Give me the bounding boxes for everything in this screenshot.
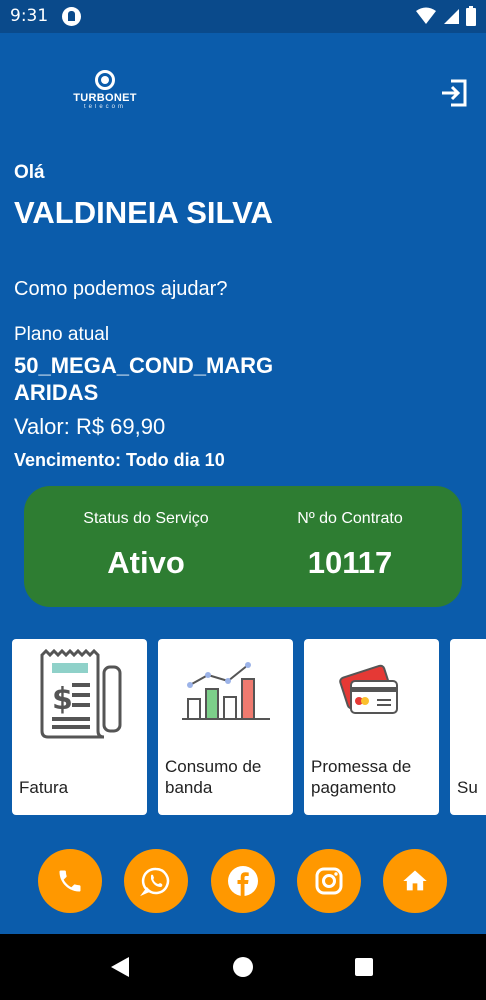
shortcut-label: Fatura <box>19 778 69 797</box>
system-nav-bar <box>0 934 486 1000</box>
greeting-hello: Olá <box>14 162 45 183</box>
logout-icon <box>442 79 467 107</box>
wifi-icon <box>416 7 436 24</box>
facebook-icon <box>228 866 258 896</box>
recents-icon <box>355 958 373 976</box>
whatsapp-icon <box>140 867 170 897</box>
plan-label: Plano atual <box>14 324 110 345</box>
credit-card-icon <box>338 664 398 714</box>
help-text: Como podemos ajudar? <box>14 278 228 300</box>
whatsapp-button[interactable] <box>124 849 188 913</box>
logo-name: TURBONET <box>73 92 137 104</box>
invoice-icon: $ <box>40 648 121 739</box>
logo-subtitle: telecom <box>83 104 126 110</box>
plan-name: 50_MEGA_COND_MARGARIDAS <box>14 353 274 405</box>
shortcut-fatura[interactable]: $ Fatura <box>12 639 147 815</box>
instagram-icon <box>315 867 343 895</box>
contract-value: 10117 <box>307 545 393 580</box>
shortcut-promessa-pagamento[interactable]: Promessa de pagamento <box>304 639 439 815</box>
user-name: VALDINEIA SILVA <box>14 195 273 230</box>
recents-button[interactable] <box>344 934 384 1000</box>
status-icons <box>416 6 476 26</box>
phone-button[interactable] <box>38 849 102 913</box>
contract-number: Nº do Contrato 10117 <box>250 510 450 581</box>
plan-value: Valor: R$ 69,90 <box>14 414 166 439</box>
home-icon <box>403 870 427 891</box>
back-button[interactable] <box>100 934 140 1000</box>
instagram-button[interactable] <box>297 849 361 913</box>
status-bar: 9:31 <box>0 0 486 33</box>
service-status-value: Ativo <box>107 545 185 580</box>
logo-mark-icon <box>95 70 115 90</box>
system-home-button[interactable] <box>223 934 263 1000</box>
logout-button[interactable] <box>440 79 468 107</box>
bandwidth-chart-icon <box>181 662 270 720</box>
service-status: Status do Serviço Ativo <box>46 510 246 581</box>
home-circle-icon <box>233 957 253 977</box>
signal-icon <box>444 9 459 24</box>
contract-label: Nº do Contrato <box>297 510 403 527</box>
service-status-label: Status do Serviço <box>83 510 209 527</box>
shortcut-suporte[interactable]: Su <box>450 639 486 815</box>
status-time: 9:31 <box>10 6 49 26</box>
app-notification-icon <box>62 7 81 26</box>
phone-icon <box>59 870 81 892</box>
shortcut-consumo-banda[interactable]: Consumo de banda <box>158 639 293 815</box>
back-icon <box>111 957 129 977</box>
shortcut-label: Su <box>457 778 478 797</box>
shortcut-label: Consumo de banda <box>165 757 262 797</box>
battery-icon <box>466 6 476 26</box>
facebook-button[interactable] <box>211 849 275 913</box>
shortcut-label: Promessa de pagamento <box>311 757 412 797</box>
plan-due-date: Vencimento: Todo dia 10 <box>14 450 225 470</box>
home-button[interactable] <box>383 849 447 913</box>
brand-logo: TURBONET telecom <box>70 70 140 110</box>
svg-text:$: $ <box>52 682 73 717</box>
service-status-card: Status do Serviço Ativo Nº do Contrato 1… <box>24 486 462 607</box>
shortcut-carousel[interactable]: $ Fatura Consumo de banda Promessa de pa… <box>12 639 486 816</box>
